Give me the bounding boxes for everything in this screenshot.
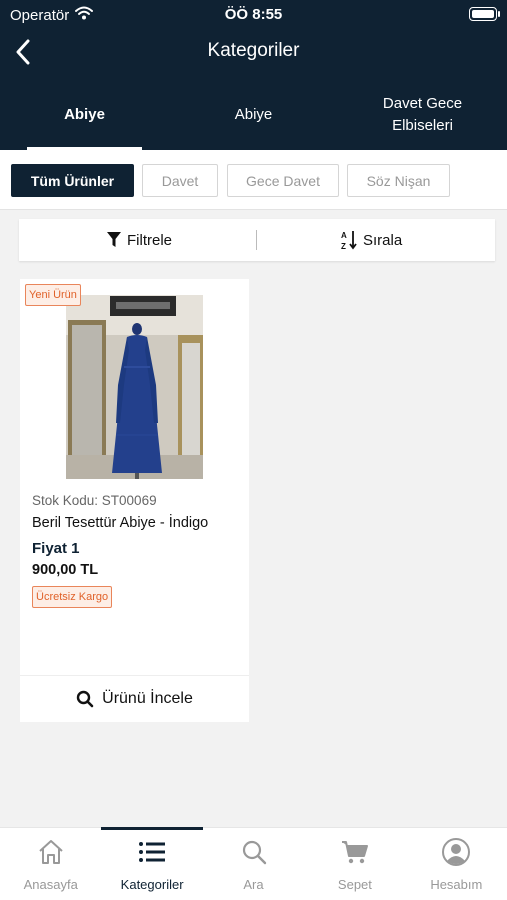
chip-tum-urunler[interactable]: Tüm Ürünler: [11, 164, 134, 197]
divider: [256, 230, 257, 250]
inspect-label: Ürünü İncele: [102, 690, 193, 707]
chip-soz-nisan[interactable]: Söz Nişan: [347, 164, 450, 197]
sort-button[interactable]: A Z Sırala: [341, 219, 402, 261]
stock-code: Stok Kodu: ST00069: [32, 493, 157, 508]
tab-abiye-1[interactable]: Abiye: [0, 80, 169, 150]
chip-gece-davet[interactable]: Gece Davet: [227, 164, 339, 197]
chip-davet[interactable]: Davet: [142, 164, 218, 197]
tab-label: Abiye: [64, 106, 105, 123]
tab-abiye-2[interactable]: Abiye: [169, 80, 338, 150]
nav-kategoriler[interactable]: Kategoriler: [101, 827, 204, 900]
nav-sepet[interactable]: Sepet: [304, 828, 405, 900]
filter-button[interactable]: Filtrele: [107, 219, 172, 261]
bottom-navigation: Anasayfa Kategoriler Ara Sepet Hesabım: [0, 827, 507, 900]
account-icon: [441, 836, 471, 868]
nav-label: Ara: [243, 877, 264, 892]
home-icon: [37, 836, 65, 868]
nav-anasayfa[interactable]: Anasayfa: [0, 828, 101, 900]
product-name: Beril Tesettür Abiye - İndigo: [32, 515, 209, 531]
nav-label: Hesabım: [430, 877, 483, 892]
category-tabs: Abiye Abiye Davet Gece Elbiseleri: [0, 80, 507, 150]
new-product-badge: Yeni Ürün: [25, 284, 81, 306]
status-time: ÖÖ 8:55: [224, 6, 283, 23]
sort-az-icon: A Z: [341, 231, 357, 250]
price-label: Fiyat 1: [32, 540, 80, 557]
header: Operatör ÖÖ 8:55 Kategoriler Abiye Abiye…: [0, 0, 507, 150]
page-title: Kategoriler: [207, 40, 300, 61]
product-image[interactable]: [66, 295, 203, 479]
filter-icon: [107, 232, 121, 247]
svg-text:A: A: [341, 231, 347, 240]
navbar: Kategoriler: [0, 30, 507, 74]
list-icon: [138, 836, 166, 868]
filter-sort-bar: Filtrele A Z Sırala: [19, 219, 495, 261]
nav-label: Sepet: [337, 877, 372, 892]
search-icon: [241, 836, 267, 868]
tab-label: Abiye: [234, 106, 273, 123]
inspect-product-button[interactable]: Ürünü İncele: [20, 676, 249, 722]
subcategory-chips: Tüm Ürünler Davet Gece Davet Söz Nişan: [0, 150, 507, 210]
tab-label: Davet Gece Elbiseleri: [382, 95, 463, 134]
sort-label: Sırala: [363, 231, 403, 249]
search-icon: [76, 690, 94, 708]
product-card[interactable]: Yeni Ürün Stok Kodu: ST00069 Beril Teset…: [20, 279, 249, 722]
battery-icon: [469, 7, 500, 21]
nav-ara[interactable]: Ara: [203, 828, 304, 900]
nav-hesabim[interactable]: Hesabım: [406, 828, 507, 900]
product-price: 900,00 TL: [32, 562, 99, 578]
status-bar: Operatör ÖÖ 8:55: [0, 4, 507, 26]
cart-icon: [341, 836, 369, 868]
svg-text:Z: Z: [341, 242, 346, 250]
tab-davet-gece-elbiseleri[interactable]: Davet Gece Elbiseleri: [338, 80, 507, 150]
filter-label: Filtrele: [127, 231, 173, 249]
nav-label: Kategoriler: [120, 877, 184, 892]
free-shipping-badge: Ücretsiz Kargo: [32, 586, 113, 608]
nav-label: Anasayfa: [23, 877, 78, 892]
